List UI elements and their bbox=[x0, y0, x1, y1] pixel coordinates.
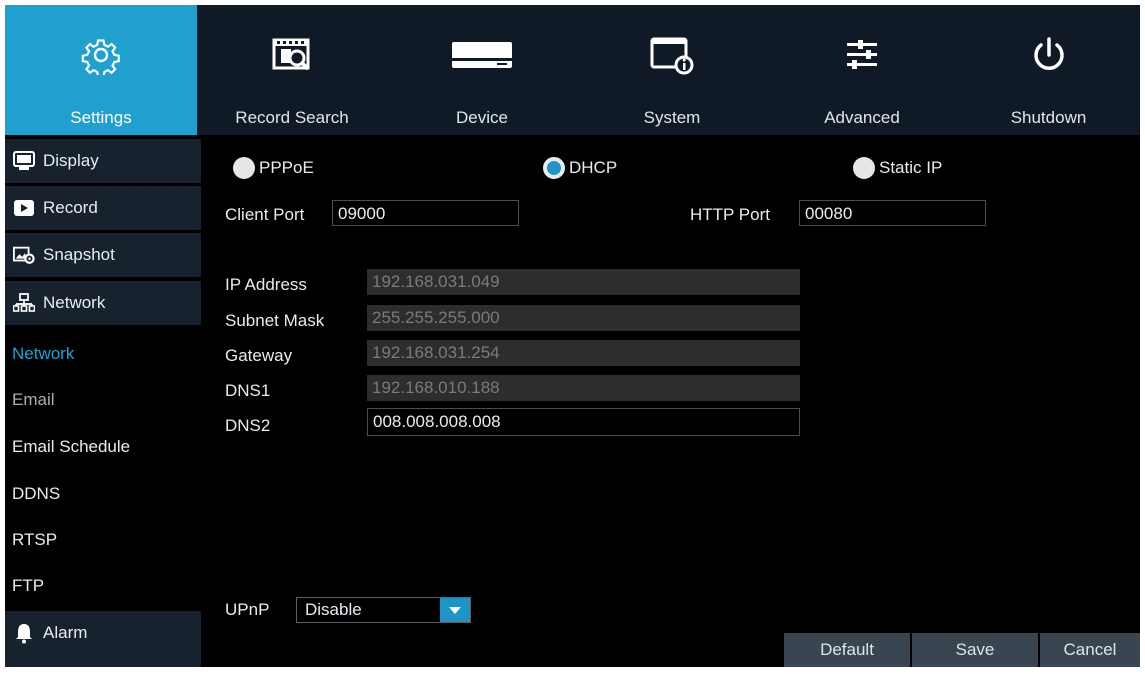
sidebar-item-label: Network bbox=[43, 293, 106, 312]
client-port-field[interactable]: 09000 bbox=[332, 200, 519, 226]
tab-record-search[interactable]: Record Search bbox=[197, 5, 387, 135]
network-settings-panel: PPPoE DHCP Static IP Client Port 09000 H… bbox=[201, 135, 1140, 667]
hard-drive-icon bbox=[387, 35, 577, 75]
top-navigation: Settings Record Search Device System Adv… bbox=[5, 5, 1140, 135]
tab-shutdown[interactable]: Shutdown bbox=[957, 5, 1140, 135]
upnp-label: UPnP bbox=[225, 600, 270, 619]
dns1-field: 192.168.010.188 bbox=[367, 375, 800, 401]
tab-advanced[interactable]: Advanced bbox=[767, 5, 957, 135]
client-port-label: Client Port bbox=[225, 205, 305, 224]
sidebar-item-label: Display bbox=[43, 151, 99, 170]
sidebar-item-record[interactable]: Record bbox=[5, 186, 201, 230]
snapshot-icon bbox=[13, 245, 35, 265]
tab-system[interactable]: System bbox=[577, 5, 767, 135]
sidebar-item-display[interactable]: Display bbox=[5, 139, 201, 183]
tab-label: System bbox=[643, 108, 701, 127]
sidebar-item-label: Alarm bbox=[43, 623, 88, 642]
monitor-icon bbox=[13, 151, 35, 171]
radio-static-ip[interactable]: Static IP bbox=[853, 157, 942, 179]
dns1-label: DNS1 bbox=[225, 381, 271, 400]
sidebar-footer bbox=[5, 655, 201, 667]
save-button[interactable]: Save bbox=[912, 633, 1038, 667]
sidebar-subitem-ddns[interactable]: DDNS bbox=[5, 472, 201, 516]
radio-label: Static IP bbox=[879, 158, 943, 177]
radio-button-off bbox=[853, 157, 875, 179]
gateway-field: 192.168.031.254 bbox=[367, 340, 800, 366]
http-port-field[interactable]: 00080 bbox=[799, 200, 986, 226]
radio-pppoe[interactable]: PPPoE bbox=[233, 157, 314, 179]
network-icon bbox=[13, 293, 35, 313]
sidebar-item-snapshot[interactable]: Snapshot bbox=[5, 233, 201, 277]
chevron-down-icon[interactable] bbox=[440, 598, 470, 622]
sidebar-item-network[interactable]: Network bbox=[5, 281, 201, 325]
record-search-icon bbox=[197, 35, 387, 75]
cancel-button[interactable]: Cancel bbox=[1040, 633, 1140, 667]
sidebar-subitem-email[interactable]: Email bbox=[5, 378, 201, 422]
ip-address-field: 192.168.031.049 bbox=[367, 269, 800, 295]
tab-label: Device bbox=[456, 108, 508, 127]
gear-icon bbox=[5, 35, 197, 75]
bell-icon bbox=[13, 623, 35, 644]
power-icon bbox=[957, 35, 1140, 75]
tab-label: Advanced bbox=[824, 108, 900, 127]
sidebar: Display Record Snapshot Network Network … bbox=[5, 135, 201, 667]
sidebar-item-label: Snapshot bbox=[43, 245, 115, 264]
tab-device[interactable]: Device bbox=[387, 5, 577, 135]
radio-button-on bbox=[543, 157, 565, 179]
radio-label: DHCP bbox=[569, 158, 618, 177]
sidebar-subitem-network[interactable]: Network bbox=[5, 332, 201, 376]
sidebar-subitem-email-schedule[interactable]: Email Schedule bbox=[5, 425, 201, 469]
upnp-selected-value: Disable bbox=[305, 600, 362, 619]
gateway-label: Gateway bbox=[225, 346, 293, 365]
sidebar-subitem-ftp[interactable]: FTP bbox=[5, 564, 201, 608]
radio-button-off bbox=[233, 157, 255, 179]
dns2-field[interactable]: 008.008.008.008 bbox=[367, 408, 800, 436]
radio-label: PPPoE bbox=[259, 158, 314, 177]
subnet-mask-label: Subnet Mask bbox=[225, 311, 325, 330]
dns2-label: DNS2 bbox=[225, 416, 271, 435]
ip-address-label: IP Address bbox=[225, 275, 307, 294]
record-icon bbox=[13, 198, 35, 218]
tab-settings[interactable]: Settings bbox=[5, 5, 197, 135]
default-button[interactable]: Default bbox=[784, 633, 910, 667]
tab-label: Shutdown bbox=[1010, 108, 1087, 127]
radio-dhcp[interactable]: DHCP bbox=[543, 157, 617, 179]
sidebar-item-label: Record bbox=[43, 198, 98, 217]
tab-label: Record Search bbox=[235, 108, 349, 127]
tab-label: Settings bbox=[70, 108, 132, 127]
sliders-icon bbox=[767, 35, 957, 75]
subnet-mask-field: 255.255.255.000 bbox=[367, 305, 800, 331]
sidebar-subitem-rtsp[interactable]: RTSP bbox=[5, 518, 201, 562]
sidebar-item-alarm[interactable]: Alarm bbox=[5, 611, 201, 655]
system-info-icon bbox=[577, 35, 767, 75]
upnp-select[interactable]: Disable bbox=[296, 597, 471, 623]
dvr-settings-window: Settings Record Search Device System Adv… bbox=[5, 5, 1140, 667]
http-port-label: HTTP Port bbox=[690, 205, 770, 224]
